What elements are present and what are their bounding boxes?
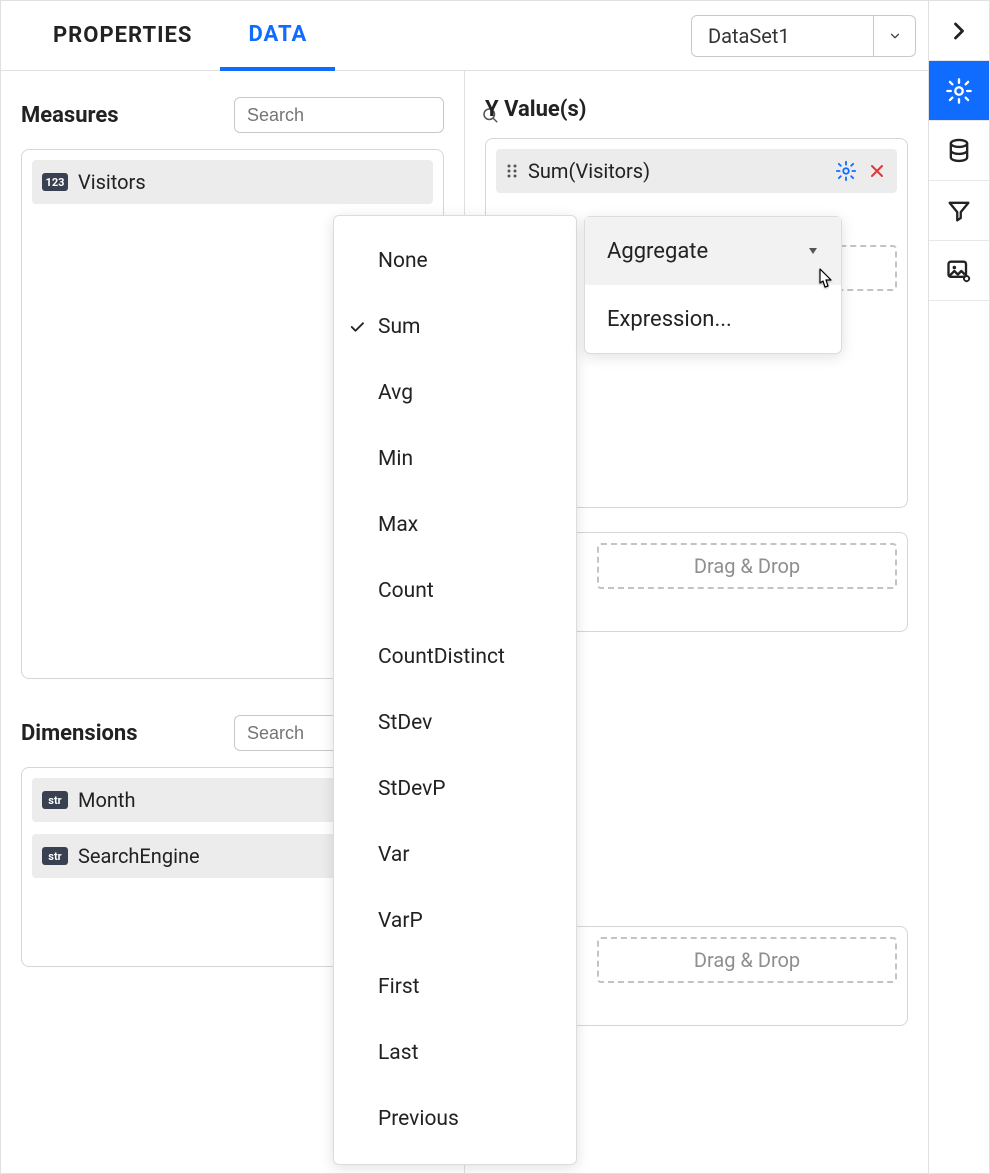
aggregate-submenu: None Sum Avg Min Max Count CountDistinct StDev S… — [333, 215, 577, 1165]
aggregate-option-label: Sum — [378, 315, 420, 339]
tab-properties[interactable]: PROPERTIES — [25, 1, 220, 70]
database-icon — [945, 137, 973, 165]
aggregate-option-label: Max — [378, 513, 418, 537]
aggregate-option-label: Last — [378, 1041, 418, 1065]
aggregate-option-label: StDevP — [378, 777, 446, 801]
aggregate-option-label: Avg — [378, 381, 413, 405]
image-settings-icon — [945, 257, 973, 285]
aggregate-option-label: Previous — [378, 1107, 459, 1131]
menu-item-expression[interactable]: Expression... — [585, 285, 841, 353]
aggregate-option-label: First — [378, 975, 420, 999]
menu-item-label: Expression... — [607, 307, 732, 332]
string-type-badge: str — [42, 847, 68, 865]
aggregate-option-label: VarP — [378, 909, 423, 933]
aggregate-option[interactable]: Var — [334, 822, 576, 888]
sidebar-item-image[interactable] — [929, 241, 989, 301]
topbar: PROPERTIES DATA DataSet1 — [1, 1, 928, 71]
string-type-badge: str — [42, 791, 68, 809]
aggregate-option[interactable]: Sum — [334, 294, 576, 360]
aggregate-option-label: Min — [378, 447, 413, 471]
aggregate-option-label: CountDistinct — [378, 645, 505, 669]
aggregate-option-label: Var — [378, 843, 409, 867]
menu-item-label: Aggregate — [607, 239, 708, 264]
dimensions-title: Dimensions — [21, 721, 138, 746]
aggregate-option[interactable]: VarP — [334, 888, 576, 954]
check-icon — [348, 318, 366, 336]
aggregate-option[interactable]: None — [334, 228, 576, 294]
aggregate-option-label: None — [378, 249, 428, 273]
sidebar-collapse-button[interactable] — [929, 1, 989, 61]
gear-icon — [945, 77, 973, 105]
measure-item[interactable]: 123 Visitors — [32, 160, 433, 204]
aggregate-option[interactable]: Previous — [334, 1086, 576, 1152]
measures-search-input[interactable] — [245, 104, 481, 127]
chevron-right-icon — [945, 17, 973, 45]
yvalues-title: Y Value(s) — [485, 97, 586, 122]
sidebar-item-data[interactable] — [929, 121, 989, 181]
chevron-down-icon — [888, 29, 902, 43]
aggregate-option[interactable]: Last — [334, 1020, 576, 1086]
yvalue-settings-button[interactable] — [835, 160, 857, 182]
menu-item-aggregate[interactable]: Aggregate — [585, 217, 841, 285]
aggregate-option[interactable]: Min — [334, 426, 576, 492]
aggregate-option-label: StDev — [378, 711, 432, 735]
dataset-select[interactable]: DataSet1 — [691, 15, 916, 57]
row-dropzone-2[interactable]: Drag & Drop — [597, 937, 897, 983]
drag-handle-icon[interactable] — [506, 163, 518, 179]
aggregate-option[interactable]: StDevP — [334, 756, 576, 822]
yvalue-remove-button[interactable] — [867, 161, 887, 181]
measures-search[interactable] — [234, 97, 444, 133]
aggregate-option[interactable]: Max — [334, 492, 576, 558]
dataset-select-label: DataSet1 — [692, 24, 873, 48]
aggregate-option[interactable]: First — [334, 954, 576, 1020]
submenu-indicator-icon — [807, 245, 819, 257]
yvalue-item[interactable]: Sum(Visitors) — [496, 149, 897, 193]
aggregate-option[interactable]: CountDistinct — [334, 624, 576, 690]
sidebar-item-filter[interactable] — [929, 181, 989, 241]
row-dropzone[interactable]: Drag & Drop — [597, 543, 897, 589]
right-sidebar — [929, 1, 989, 1173]
yvalue-settings-menu: Aggregate Expression... — [584, 216, 842, 354]
numeric-type-badge: 123 — [42, 173, 68, 191]
aggregate-option[interactable]: StDev — [334, 690, 576, 756]
aggregate-option[interactable]: Count — [334, 558, 576, 624]
yvalue-label: Sum(Visitors) — [528, 159, 835, 183]
dataset-select-dropdown-button[interactable] — [873, 16, 915, 56]
measure-label: Visitors — [78, 170, 423, 194]
aggregate-option-label: Count — [378, 579, 434, 603]
aggregate-option[interactable]: Avg — [334, 360, 576, 426]
sidebar-item-settings[interactable] — [929, 61, 989, 121]
measures-title: Measures — [21, 103, 119, 128]
filter-icon — [945, 197, 973, 225]
tab-data[interactable]: DATA — [220, 2, 335, 71]
